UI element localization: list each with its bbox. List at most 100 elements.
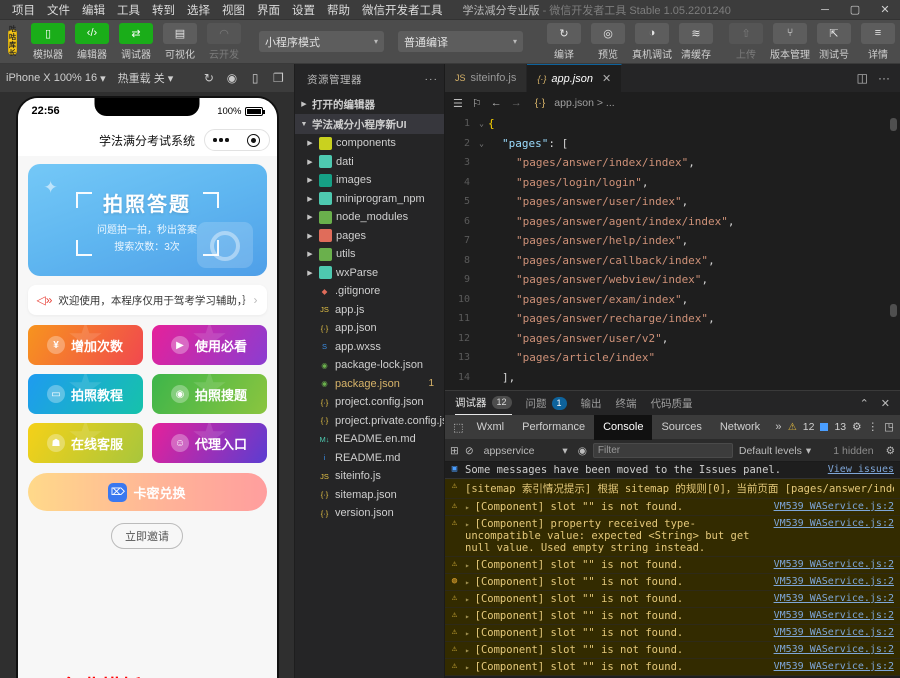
console-row[interactable]: ⚠ ▸ [Component] slot "" is not found. VM53… xyxy=(445,557,900,574)
kebab-menu-icon[interactable]: ⋮ xyxy=(868,421,879,433)
window-icon[interactable]: ❐ xyxy=(269,68,288,88)
console-output[interactable]: ▣ Some messages have been moved to the Is… xyxy=(445,462,900,678)
sidebar-toggle-icon[interactable]: ⊞ xyxy=(450,445,459,457)
toolbar-mid-button-1[interactable]: ◎ 预览 xyxy=(587,22,629,61)
console-row[interactable]: ⚠ ▸ [Component] property received type-un… xyxy=(445,516,900,557)
toolbar-mid-button-3[interactable]: ≋ 清缓存 xyxy=(675,22,717,61)
open-editors-section[interactable]: ▶ 打开的编辑器 xyxy=(295,94,444,114)
expand-arrow-icon[interactable]: ▸ xyxy=(465,595,475,604)
record-icon[interactable]: ◉ xyxy=(222,68,241,88)
expand-arrow-icon[interactable]: ▸ xyxy=(465,629,475,638)
toolbar-right-button-3[interactable]: ≡ 详情 xyxy=(857,22,899,61)
console-row[interactable]: ⚠ ▸ [Component] slot "" is not found. VM53… xyxy=(445,642,900,659)
context-select[interactable]: appservice ▾ xyxy=(484,445,568,457)
toolbar-left-button-1[interactable]: ‹/› 编辑器 xyxy=(71,22,113,61)
close-button[interactable]: ✕ xyxy=(870,0,900,20)
devtools-tab-performance[interactable]: Performance xyxy=(513,415,594,440)
expand-arrow-icon[interactable]: ▸ xyxy=(465,663,475,672)
back-arrow-icon[interactable]: ← xyxy=(491,97,502,109)
file-row[interactable]: ◉ package.json 1 xyxy=(295,375,444,394)
feature-cell-1[interactable]: ▶ 使用必看 xyxy=(151,325,267,365)
log-levels-select[interactable]: Default levels ▾ xyxy=(739,445,811,457)
tab-close-icon[interactable]: ✕ xyxy=(602,72,611,85)
panel-tab-4[interactable]: 代码质量 xyxy=(651,391,693,415)
file-row[interactable]: Sapp.wxss xyxy=(295,338,444,357)
explorer-more-icon[interactable]: ··· xyxy=(425,73,439,85)
project-root-section[interactable]: ▼ 学法减分小程序新UI xyxy=(295,114,444,134)
console-source-link[interactable]: VM539 WAService.js:2 xyxy=(774,559,894,570)
folder-row[interactable]: ▶ images xyxy=(295,171,444,190)
panel-tab-0[interactable]: 调试器 12 xyxy=(455,391,512,415)
redeem-card-button[interactable]: ⌦ 卡密兑换 xyxy=(27,473,267,511)
eye-icon[interactable]: ◉ xyxy=(578,445,587,457)
gear-icon[interactable]: ⚙ xyxy=(852,421,861,433)
console-row[interactable]: ⚠ ▸ [Component] slot "" is not found. VM53… xyxy=(445,591,900,608)
rotate-icon[interactable]: ▯ xyxy=(246,68,265,88)
feature-cell-3[interactable]: ◉ 拍照搜题 xyxy=(151,374,267,414)
folder-row[interactable]: ▶ utils xyxy=(295,245,444,264)
fold-toggle-icon[interactable]: ⌄ xyxy=(475,119,488,128)
devtools-tab-sources[interactable]: Sources xyxy=(652,415,710,440)
devtools-tab-console[interactable]: Console xyxy=(594,414,653,440)
console-source-link[interactable]: VM539 WAService.js:2 xyxy=(774,518,894,529)
expand-arrow-icon[interactable]: ▸ xyxy=(465,578,475,587)
editor-tab-1[interactable]: {·} app.json ✕ xyxy=(527,64,623,92)
devtools-tab-network[interactable]: Network xyxy=(711,415,769,440)
console-source-link[interactable]: VM539 WAService.js:2 xyxy=(774,501,894,512)
file-row[interactable]: JS app.js xyxy=(295,301,444,320)
editor-scrollbar[interactable] xyxy=(888,114,898,390)
console-source-link[interactable]: VM539 WAService.js:2 xyxy=(774,576,894,587)
maximize-button[interactable]: ▢ xyxy=(840,0,870,20)
more-dots-icon[interactable] xyxy=(213,138,229,142)
toolbar-left-button-2[interactable]: ⇄ 调试器 xyxy=(115,22,157,61)
info-count[interactable]: 13 xyxy=(834,421,846,433)
file-row[interactable]: {·} project.private.config.js... xyxy=(295,412,444,431)
folder-row[interactable]: ▶ node_modules xyxy=(295,208,444,227)
file-row[interactable]: {·} version.json xyxy=(295,504,444,523)
console-source-link[interactable]: VM539 WAService.js:2 xyxy=(774,610,894,621)
toolbar-right-button-2[interactable]: ⇱ 测试号 xyxy=(813,22,855,61)
code-editor[interactable]: 1 ⌄{2 ⌄ "pages": [3 "pages/answer/index/inde… xyxy=(445,114,900,390)
clear-console-icon[interactable]: ⊘ xyxy=(465,445,474,457)
file-row[interactable]: {·} sitemap.json xyxy=(295,486,444,505)
hotreload-select[interactable]: 热重载 关 ▾ xyxy=(118,70,174,86)
console-source-link[interactable]: VM539 WAService.js:2 xyxy=(774,627,894,638)
console-row[interactable]: ⚠ ▸ [Component] slot "" is not found. VM53… xyxy=(445,659,900,676)
outline-icon[interactable]: ☰ xyxy=(453,97,463,110)
editor-tab-0[interactable]: JS siteinfo.js xyxy=(445,64,528,92)
fold-toggle-icon[interactable]: ⌄ xyxy=(475,139,488,148)
menu-item-7[interactable]: 界面 xyxy=(251,1,286,19)
toolbar-mid-button-0[interactable]: ↻ 编译 xyxy=(543,22,585,61)
folder-row[interactable]: ▶ dati xyxy=(295,153,444,172)
menu-item-8[interactable]: 设置 xyxy=(286,1,321,19)
console-filter-input[interactable]: Filter xyxy=(592,443,733,458)
mode-select[interactable]: 小程序模式 ▾ xyxy=(259,31,384,52)
console-settings-icon[interactable]: ⚙ xyxy=(886,445,895,457)
console-row[interactable]: ▣ Some messages have been moved to the Is… xyxy=(445,462,900,479)
feature-cell-0[interactable]: ¥ 增加次数 xyxy=(27,325,143,365)
folder-row[interactable]: ▶ components xyxy=(295,134,444,153)
file-row[interactable]: i README.md xyxy=(295,449,444,468)
toolbar-right-button-1[interactable]: ⑂ 版本管理 xyxy=(769,22,811,61)
toolbar-mid-button-2[interactable]: ◑ 真机调试 xyxy=(631,22,673,61)
inspect-element-icon[interactable]: ⬚ xyxy=(449,415,468,439)
file-row[interactable]: {·} project.config.json xyxy=(295,393,444,412)
wechat-capsule[interactable] xyxy=(203,129,270,151)
editor-more-icon[interactable]: ··· xyxy=(878,71,890,85)
close-target-icon[interactable] xyxy=(246,133,260,147)
console-row[interactable]: ⚠ ▸ [Component] slot "" is not found. VM53… xyxy=(445,499,900,516)
feature-cell-5[interactable]: ☺ 代理入口 xyxy=(151,423,267,463)
console-source-link[interactable]: VM539 WAService.js:2 xyxy=(774,593,894,604)
menu-item-5[interactable]: 选择 xyxy=(181,1,216,19)
menu-item-0[interactable]: 项目 xyxy=(6,1,41,19)
collapse-panel-icon[interactable]: ⌃ xyxy=(860,397,869,410)
photo-answer-banner[interactable]: ✦ 拍照答题 问题拍一拍，秒出答案 搜索次数：3次 xyxy=(27,164,267,276)
expand-arrow-icon[interactable]: ▸ xyxy=(465,612,475,621)
forward-arrow-icon[interactable]: → xyxy=(511,97,522,109)
devtools-tab-wxml[interactable]: Wxml xyxy=(468,415,514,440)
folder-row[interactable]: ▶ pages xyxy=(295,227,444,246)
file-row[interactable]: ◆ .gitignore xyxy=(295,282,444,301)
breadcrumb[interactable]: app.json > ... xyxy=(554,97,614,109)
menu-item-2[interactable]: 编辑 xyxy=(76,1,111,19)
notice-bar[interactable]: ◁» 欢迎使用，本程序仅用于驾考学习辅助，｝ › xyxy=(27,285,267,315)
